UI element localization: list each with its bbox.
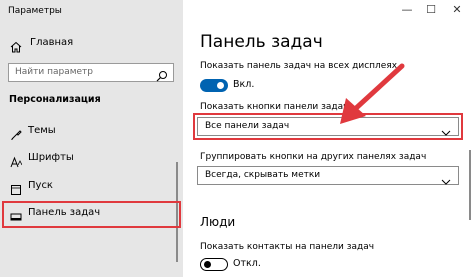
minimize-button[interactable]: — bbox=[396, 2, 418, 18]
font-icon bbox=[10, 153, 23, 168]
maximize-button[interactable]: ☐ bbox=[420, 2, 442, 18]
search-icon[interactable] bbox=[156, 67, 168, 82]
select-value: Всегда, скрывать метки bbox=[205, 170, 321, 180]
show-all-displays-toggle[interactable] bbox=[200, 79, 228, 92]
page-title: Панель задач bbox=[200, 32, 323, 52]
sidebar-item-label: Пуск bbox=[28, 180, 53, 191]
content-scrollbar[interactable] bbox=[469, 150, 471, 220]
window-title: Параметры bbox=[8, 6, 62, 16]
start-icon bbox=[10, 181, 22, 195]
sidebar-item-themes[interactable]: Темы bbox=[0, 121, 183, 143]
annotation-arrow-icon bbox=[330, 60, 410, 140]
toggle-state-label: Вкл. bbox=[233, 79, 255, 90]
show-contacts-label: Показать контакты на панели задач bbox=[200, 242, 375, 252]
highlight-frame bbox=[193, 113, 463, 140]
group-buttons-select[interactable]: Всегда, скрывать метки bbox=[197, 166, 459, 185]
sidebar-item-label: Шрифты bbox=[28, 152, 74, 163]
highlight-frame bbox=[2, 201, 181, 228]
home-icon bbox=[10, 38, 22, 53]
sidebar-item-fonts[interactable]: Шрифты bbox=[0, 148, 183, 170]
section-title: Персонализация bbox=[9, 94, 101, 105]
show-contacts-toggle[interactable] bbox=[200, 258, 228, 271]
toggle-knob bbox=[217, 82, 224, 89]
toggle-knob bbox=[204, 260, 211, 268]
sidebar-item-label: Темы bbox=[28, 125, 56, 136]
group-buttons-label: Группировать кнопки на других панелях за… bbox=[200, 152, 427, 162]
sidebar-item-start[interactable]: Пуск bbox=[0, 176, 183, 198]
home-link[interactable]: Главная bbox=[30, 37, 73, 48]
show-buttons-label: Показать кнопки панели задач: bbox=[200, 102, 352, 112]
search-input[interactable]: Найти параметр bbox=[8, 63, 174, 82]
toggle-state-label: Откл. bbox=[233, 258, 261, 269]
people-heading: Люди bbox=[200, 215, 236, 229]
search-placeholder: Найти параметр bbox=[15, 67, 93, 77]
chevron-down-icon bbox=[441, 171, 451, 185]
brush-icon bbox=[10, 126, 22, 140]
sidebar: Параметры Главная Найти параметр Персона… bbox=[0, 0, 183, 277]
close-button[interactable]: ✕ bbox=[446, 2, 468, 18]
